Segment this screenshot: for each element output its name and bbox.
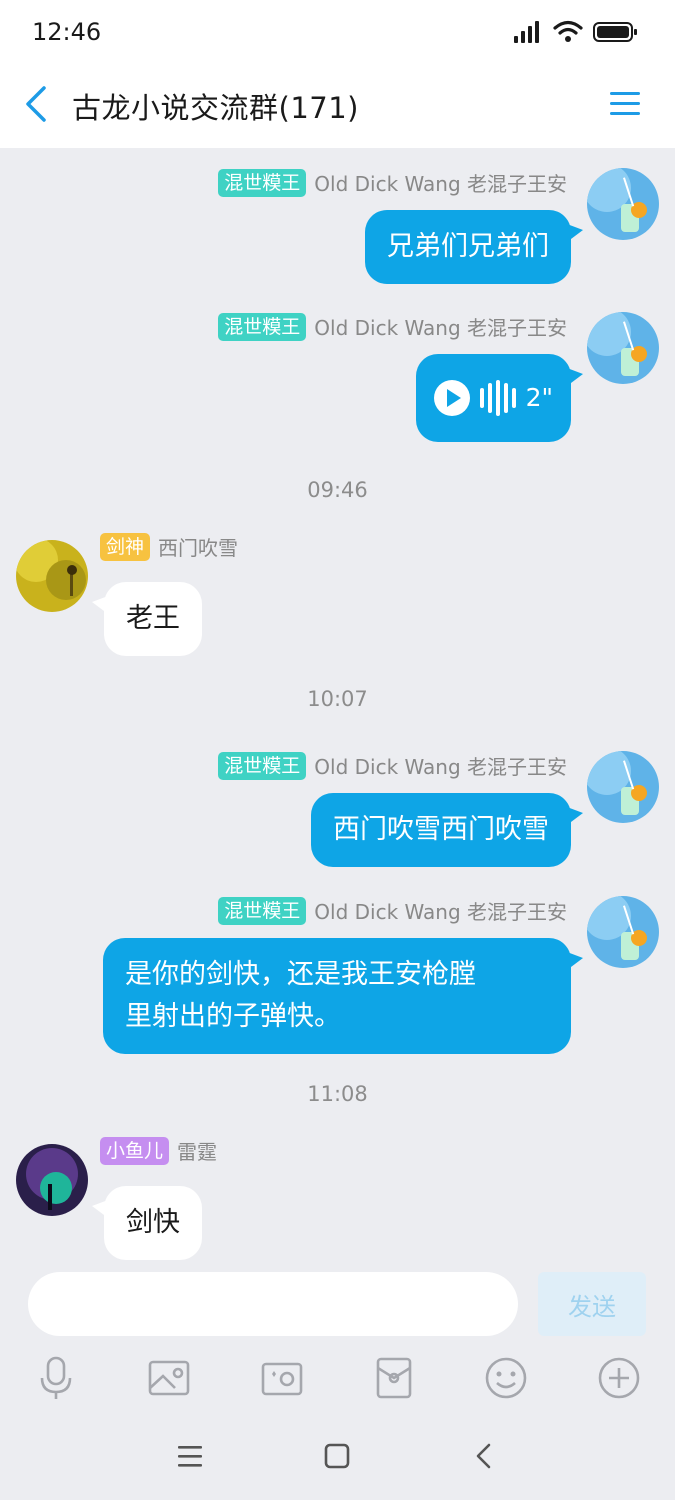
voice-duration: 2" (525, 383, 553, 412)
group-title: 古龙小说交流群(171) (72, 91, 359, 125)
message-text-line: 里射出的子弹快。 (125, 1001, 341, 1032)
status-icons (513, 20, 639, 44)
system-nav-bar (0, 1436, 675, 1486)
sender-name: Old Dick Wang 老混子王安 (314, 755, 567, 779)
sender-row: 小鱼儿 雷霆 (100, 1136, 217, 1165)
red-packet-icon[interactable] (370, 1354, 418, 1402)
camera-icon[interactable] (258, 1354, 306, 1402)
message-input[interactable] (28, 1272, 518, 1336)
wifi-icon (553, 20, 583, 42)
input-bar: 发送 (0, 1260, 675, 1500)
sender-name: Old Dick Wang 老混子王安 (314, 900, 567, 924)
message-bubble[interactable]: 是你的剑快，还是我王安枪膛 里射出的子弹快。 (103, 938, 583, 1054)
image-icon[interactable] (145, 1354, 193, 1402)
sender-name: 西门吹雪 (158, 536, 239, 560)
member-title-badge: 混世糢王 (218, 751, 307, 780)
avatar[interactable] (587, 751, 659, 823)
play-icon[interactable] (433, 380, 470, 416)
chat-header: 古龙小说交流群(171) (0, 66, 675, 148)
member-title-badge: 混世糢王 (218, 312, 307, 341)
sender-row: 剑神 西门吹雪 (100, 532, 238, 561)
message-timestamp: 09:46 (307, 478, 368, 502)
avatar[interactable] (16, 1144, 88, 1216)
sender-name: Old Dick Wang 老混子王安 (314, 172, 567, 196)
member-title-badge: 混世糢王 (218, 168, 307, 197)
menu-icon[interactable] (609, 88, 641, 120)
message-timestamp: 10:07 (307, 687, 368, 711)
home-icon[interactable] (317, 1436, 357, 1476)
status-time: 12:46 (32, 18, 102, 46)
voice-wave-icon (479, 380, 516, 416)
sender-name: Old Dick Wang 老混子王安 (314, 316, 567, 340)
back-nav-icon[interactable] (464, 1436, 504, 1476)
sender-row: 混世糢王 Old Dick Wang 老混子王安 (218, 312, 567, 341)
avatar[interactable] (587, 168, 659, 240)
avatar[interactable] (16, 540, 88, 612)
emoji-icon[interactable] (482, 1354, 530, 1402)
microphone-icon[interactable] (32, 1354, 80, 1402)
message-bubble[interactable]: 西门吹雪西门吹雪 (311, 793, 583, 867)
message-bubble[interactable]: 剑快 (92, 1186, 202, 1260)
battery-icon (593, 22, 637, 42)
recent-apps-icon[interactable] (170, 1436, 210, 1476)
sender-row: 混世糢王 Old Dick Wang 老混子王安 (218, 168, 567, 197)
member-title-badge: 混世糢王 (218, 896, 307, 925)
member-title-badge: 小鱼儿 (100, 1136, 170, 1165)
chat-messages[interactable]: 混世糢王 Old Dick Wang 老混子王安 兄弟们兄弟们 混世糢王 Old… (0, 148, 675, 1260)
message-bubble[interactable]: 老王 (92, 582, 202, 656)
sender-name: 雷霆 (177, 1140, 218, 1164)
member-title-badge: 剑神 (100, 532, 151, 561)
sender-row: 混世糢王 Old Dick Wang 老混子王安 (218, 896, 567, 925)
message-bubble[interactable]: 兄弟们兄弟们 (365, 210, 583, 284)
plus-icon[interactable] (595, 1354, 643, 1402)
voice-message-bubble[interactable]: 2" (415, 354, 584, 442)
sender-row: 混世糢王 Old Dick Wang 老混子王安 (218, 751, 567, 780)
back-arrow-icon[interactable] (20, 84, 52, 124)
message-timestamp: 11:08 (307, 1082, 368, 1106)
send-button[interactable]: 发送 (538, 1272, 646, 1336)
avatar[interactable] (587, 896, 659, 968)
status-bar: 12:46 (0, 0, 675, 66)
avatar[interactable] (587, 312, 659, 384)
signal-icon (514, 21, 539, 43)
toolbar (0, 1354, 675, 1414)
message-text-line: 是你的剑快，还是我王安枪膛 (125, 959, 476, 990)
